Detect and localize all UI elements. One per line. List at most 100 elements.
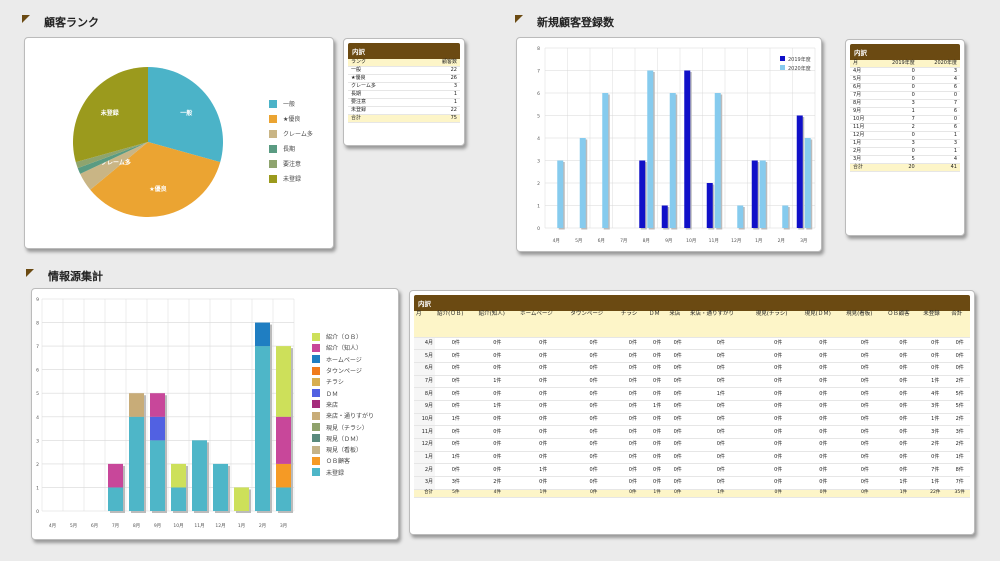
x-tick-label: 2月 — [778, 238, 785, 244]
y-tick-label: 0 — [537, 226, 540, 232]
bar — [714, 93, 721, 228]
pie-slice-label: 一般 — [180, 109, 193, 117]
table-row-cell: 要注意 — [348, 98, 415, 107]
table-total-row-cell: 合計 — [414, 489, 436, 498]
table-row-cell: 2月 — [850, 147, 876, 156]
table-row-cell: 0件 — [753, 413, 803, 427]
table-row-cell: 0件 — [568, 463, 619, 478]
table-row: 7月 0 0 — [850, 91, 960, 100]
y-tick-label: 5 — [36, 391, 39, 397]
bar-segment — [171, 463, 186, 488]
table-row-cell: 0件 — [687, 413, 754, 427]
new-table: 月 2019年度 2020年度 4月 0 3 5月 0 4 6月 0 6 7月 0 0 8月 3 7 9月 1 6 10月… — [850, 60, 960, 172]
table-row-cell: 5月 — [850, 75, 876, 84]
new-table-header: 内訳 — [850, 44, 960, 60]
table-row-cell: 9月 — [850, 107, 876, 116]
table-row: 6月 0 6 — [850, 83, 960, 92]
table-row-cell: 0件 — [802, 400, 845, 414]
legend-swatch — [312, 366, 320, 375]
table-row-cell: 2月 — [414, 463, 436, 478]
table-row-cell: 1件 — [921, 476, 950, 490]
table-row-cell: 0件 — [844, 349, 886, 363]
legend-item: 現見（看板） — [312, 444, 374, 455]
table-row-cell: 11月 — [414, 425, 436, 439]
legend-item: チラシ — [312, 376, 374, 387]
table-row-cell: 1件 — [435, 413, 477, 427]
table-row-cell: 0件 — [949, 362, 970, 376]
table-row: 2月 0件 0件 1件 0件 0件 0件 0件 0件 0件 0件 0件 0件 7件 8件 — [414, 463, 970, 478]
bar — [669, 93, 676, 228]
table-row-cell: 0件 — [646, 337, 668, 351]
table-row-cell: 0件 — [667, 451, 688, 465]
table-row-cell: 0件 — [802, 349, 845, 363]
y-tick-label: 4 — [36, 415, 39, 421]
y-tick-label: 9 — [36, 297, 39, 303]
table-row-cell: 6 — [917, 123, 960, 132]
table-row-cell: 0件 — [646, 451, 668, 465]
table-row-cell: 0件 — [753, 463, 803, 478]
table-row-cell: 0件 — [687, 451, 754, 465]
table-row: 8月 0件 0件 0件 0件 0件 0件 0件 1件 0件 0件 0件 0件 4件 5件 — [414, 387, 970, 401]
bar-segment — [234, 487, 249, 511]
table-row-cell: 1件 — [921, 413, 950, 427]
table-row-cell: 10月 — [850, 115, 876, 124]
table-row-cell: 7 — [917, 99, 960, 108]
legend-item: ★優良 — [269, 111, 313, 126]
table-row-cell: 0件 — [667, 463, 688, 478]
legend-label: 2019年度 — [788, 56, 811, 63]
x-tick-label: 10月 — [686, 238, 696, 244]
table-row: 未登録 22 — [348, 106, 460, 115]
table-header-row-cell: 紹介(知人) — [476, 311, 519, 338]
table-header-row: 月 2019年度 2020年度 — [850, 60, 960, 68]
table-row: 4月 0 3 — [850, 67, 960, 76]
bar — [782, 205, 789, 228]
x-tick-label: 3月 — [800, 238, 807, 244]
table-row-cell: 7月 — [414, 375, 436, 389]
table-row-cell: 1件 — [687, 387, 754, 401]
table-row-cell: 0件 — [435, 349, 477, 363]
table-header-row-cell: 月 — [414, 311, 436, 338]
info-table-card: 内訳 月紹介(ＯＢ) 紹介(知人) ホームページ タウンページ チラシ ＤＭ 来店 来店・通り… — [409, 290, 975, 535]
legend-label: 現見（ＤＭ） — [326, 435, 363, 443]
x-tick-label: 11月 — [194, 523, 204, 529]
table-row-cell: 長期 — [348, 90, 415, 99]
table-row-cell: 0件 — [885, 438, 922, 452]
table-row-cell: 0件 — [435, 362, 477, 376]
table-row-cell: 0件 — [646, 438, 668, 452]
table-row-cell: 0件 — [667, 413, 688, 427]
table-row-cell: 12月 — [414, 438, 436, 452]
table-row-cell: 26 — [414, 74, 460, 83]
table-row-cell: 0件 — [844, 362, 886, 376]
legend-swatch — [312, 332, 320, 341]
table-total-row: 合計 20 41 — [850, 163, 960, 172]
table-row-cell: 0件 — [687, 438, 754, 452]
legend-item: 現見（ＤＭ） — [312, 433, 374, 444]
legend-label: 来店 — [326, 401, 339, 409]
table-row: 1月 1件 0件 0件 0件 0件 0件 0件 0件 0件 0件 0件 0件 0件 1件 — [414, 451, 970, 465]
table-header-row-cell: 現見(チラシ) — [753, 311, 803, 338]
table-row-cell: 0件 — [568, 400, 619, 414]
bar — [647, 70, 654, 228]
bar-segment — [108, 463, 123, 488]
table-row-cell: 7件 — [921, 463, 950, 478]
table-header-row-cell: タウンページ — [568, 311, 619, 338]
table-row-cell: 0件 — [618, 425, 647, 439]
legend-item: 来店 — [312, 399, 374, 410]
table-header-row-cell: 紹介(ＯＢ) — [435, 311, 477, 338]
table-row-cell: 5月 — [414, 349, 436, 363]
table-row-cell: 0件 — [844, 451, 886, 465]
legend-label: 2020年度 — [788, 65, 811, 72]
table-row-cell: 0件 — [476, 451, 519, 465]
table-header-row-cell: 合計 — [949, 311, 970, 338]
legend-swatch — [269, 114, 277, 123]
table-row-cell: ★優良 — [348, 74, 415, 83]
table-row: 10月 7 0 — [850, 115, 960, 124]
x-tick-label: 9月 — [154, 523, 161, 529]
legend-item: 紹介（知人） — [312, 342, 374, 353]
table-row-cell: 0件 — [753, 349, 803, 363]
bar — [602, 93, 609, 228]
table-row-cell: 0件 — [618, 400, 647, 414]
table-row-cell: 0件 — [802, 451, 845, 465]
table-row-cell: 0件 — [476, 349, 519, 363]
bar-segment — [150, 416, 165, 441]
